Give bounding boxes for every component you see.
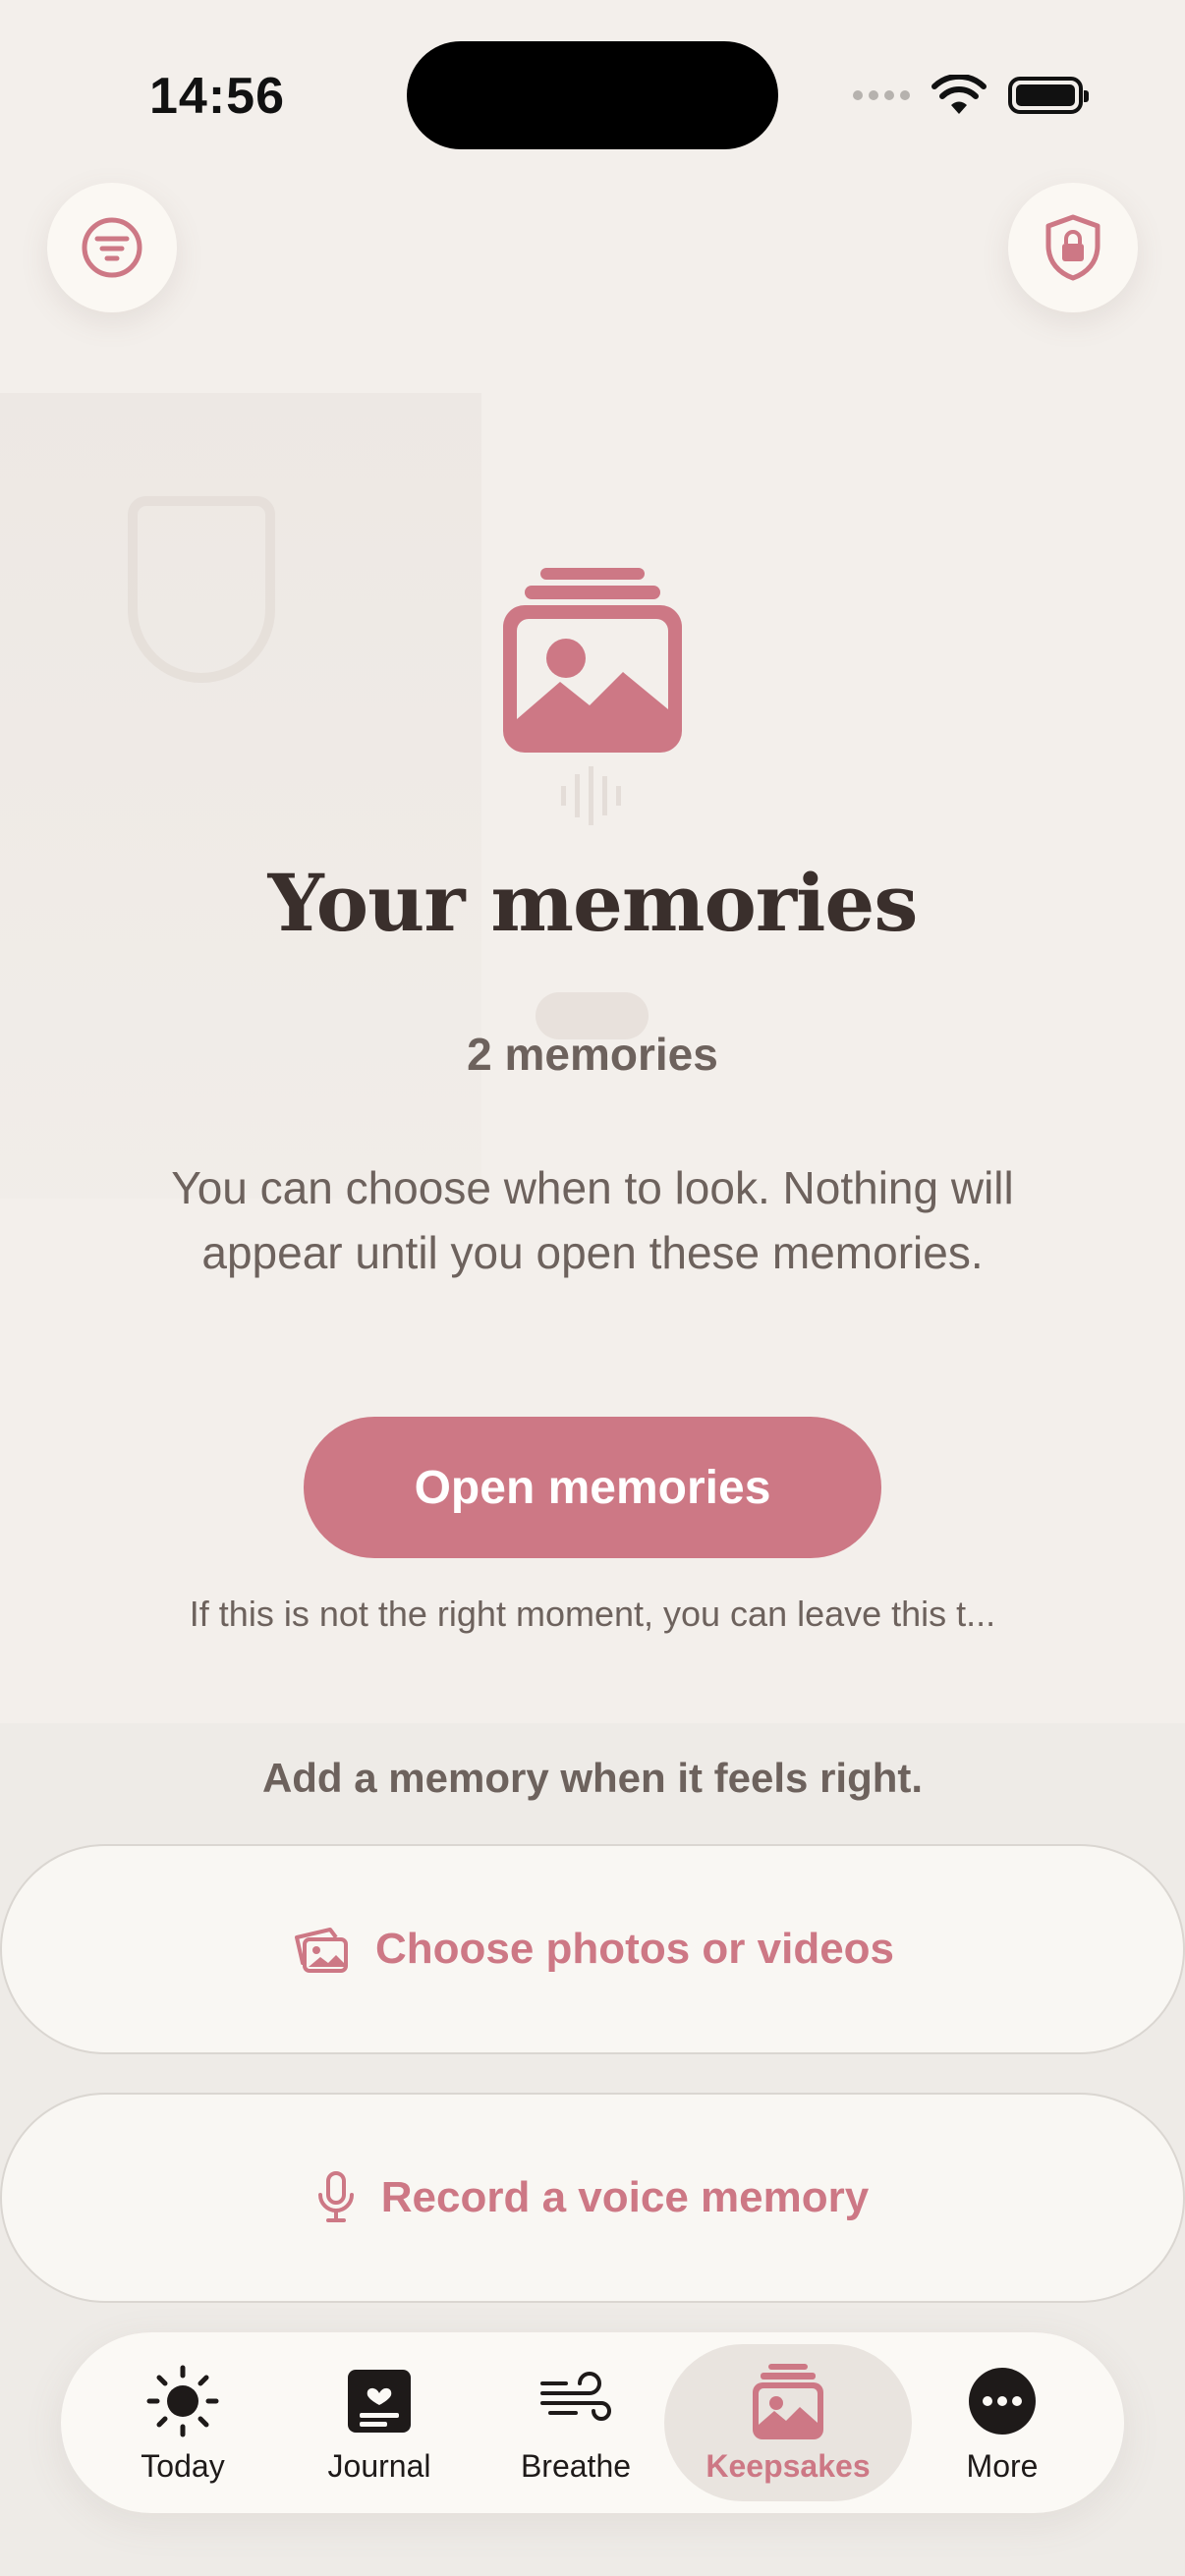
- status-time: 14:56: [149, 68, 285, 125]
- memory-count: 2 memories: [467, 1029, 718, 1080]
- tab-label: Journal: [327, 2447, 431, 2484]
- background-shield-shape: [128, 496, 275, 683]
- tab-keepsakes[interactable]: Keepsakes: [664, 2344, 912, 2501]
- shield-lock-icon: [1045, 214, 1100, 281]
- wind-icon: [540, 2371, 611, 2421]
- tab-journal[interactable]: Journal: [301, 2332, 458, 2513]
- tab-today[interactable]: Today: [104, 2332, 261, 2513]
- status-icons: [853, 75, 1089, 116]
- record-voice-button[interactable]: Record a voice memory: [0, 2093, 1185, 2303]
- hero-description: You can choose when to look. Nothing wil…: [171, 1162, 1014, 1278]
- photo-stack-icon: [753, 2363, 823, 2439]
- choose-photos-label: Choose photos or videos: [374, 1925, 895, 1973]
- sun-icon: [146, 2365, 219, 2436]
- microphone-icon: [317, 2171, 354, 2222]
- battery-icon: [1008, 77, 1089, 114]
- photo-stack-icon: [503, 568, 682, 753]
- filter-icon: [82, 217, 142, 278]
- tab-label: Keepsakes: [705, 2447, 871, 2484]
- add-memory-prompt: Add a memory when it feels right.: [261, 1755, 924, 1801]
- audio-wave-icon: [561, 766, 621, 825]
- wifi-icon: [931, 75, 987, 114]
- record-voice-label: Record a voice memory: [380, 2173, 870, 2221]
- tab-bar: Today Journal Breathe Keepsakes More: [61, 2332, 1124, 2513]
- cellular-signal-icon: [853, 90, 910, 100]
- filter-button[interactable]: [47, 183, 177, 312]
- more-icon: [969, 2367, 1036, 2435]
- tab-label: Breathe: [520, 2447, 632, 2484]
- open-memories-button[interactable]: Open memories: [304, 1417, 881, 1558]
- photos-icon: [294, 1928, 348, 1973]
- tab-label: Today: [141, 2447, 225, 2484]
- journal-icon: [348, 2369, 411, 2433]
- tab-breathe[interactable]: Breathe: [497, 2332, 654, 2513]
- privacy-lock-button[interactable]: [1008, 183, 1138, 312]
- page-title: Your memories: [267, 857, 919, 949]
- dynamic-island: [407, 41, 778, 149]
- tab-more[interactable]: More: [924, 2332, 1081, 2513]
- choose-photos-button[interactable]: Choose photos or videos: [0, 1844, 1185, 2054]
- leave-note: If this is not the right moment, you can…: [189, 1594, 996, 1634]
- tab-label: More: [966, 2447, 1039, 2484]
